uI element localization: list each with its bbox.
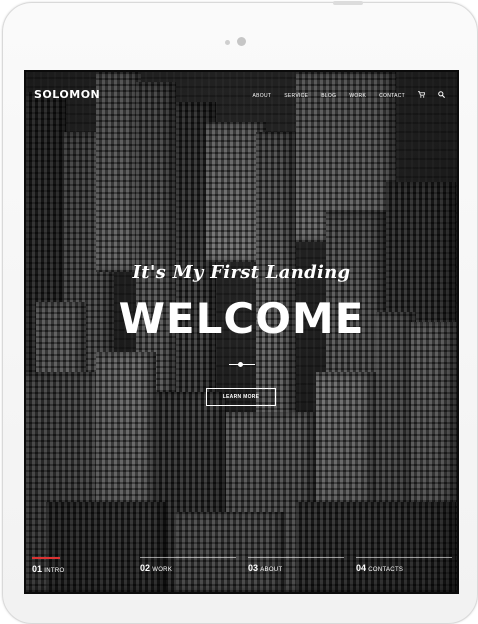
camera-dot bbox=[237, 37, 246, 46]
section-name: INTRO bbox=[44, 568, 65, 574]
cart-icon[interactable] bbox=[418, 91, 426, 100]
main-nav: ABOUT SERVICE BLOG WORK CONTACT bbox=[253, 91, 446, 100]
section-link-about[interactable]: 03 ABOUT bbox=[248, 557, 344, 574]
power-button bbox=[333, 1, 363, 5]
tablet-screen: SOLOMON ABOUT SERVICE BLOG WORK CONTACT … bbox=[24, 70, 459, 594]
section-number: 03 bbox=[248, 563, 259, 573]
section-name: WORK bbox=[152, 567, 173, 573]
section-number: 02 bbox=[140, 563, 151, 573]
section-name: CONTACTS bbox=[368, 567, 404, 573]
section-link-intro[interactable]: 01 INTRO bbox=[32, 557, 128, 574]
section-link-contacts[interactable]: 04 CONTACTS bbox=[356, 557, 452, 574]
section-indicator bbox=[140, 557, 236, 558]
section-number: 04 bbox=[356, 563, 367, 573]
divider-dot-icon bbox=[238, 362, 243, 367]
hero-tagline: It's My First Landing bbox=[132, 262, 351, 283]
section-link-work[interactable]: 02 WORK bbox=[140, 557, 236, 574]
section-indicator bbox=[356, 557, 452, 558]
section-number: 01 bbox=[32, 564, 43, 574]
section-navigation: 01 INTRO 02 WORK 03 ABOUT 04 CONTACTS bbox=[32, 557, 452, 574]
section-indicator bbox=[32, 557, 60, 559]
sensor-dot bbox=[225, 40, 230, 45]
nav-item-work[interactable]: WORK bbox=[349, 93, 366, 99]
section-name: ABOUT bbox=[260, 567, 283, 573]
learn-more-button[interactable]: LEARN MORE bbox=[206, 388, 276, 406]
nav-item-about[interactable]: ABOUT bbox=[253, 93, 272, 99]
hero-headline: WELCOME bbox=[118, 294, 365, 343]
search-icon[interactable] bbox=[438, 91, 446, 100]
nav-item-contact[interactable]: CONTACT bbox=[379, 93, 405, 99]
nav-item-service[interactable]: SERVICE bbox=[284, 93, 308, 99]
section-indicator bbox=[248, 557, 344, 558]
nav-item-blog[interactable]: BLOG bbox=[321, 93, 336, 99]
brand-logo[interactable]: SOLOMON bbox=[34, 88, 100, 101]
